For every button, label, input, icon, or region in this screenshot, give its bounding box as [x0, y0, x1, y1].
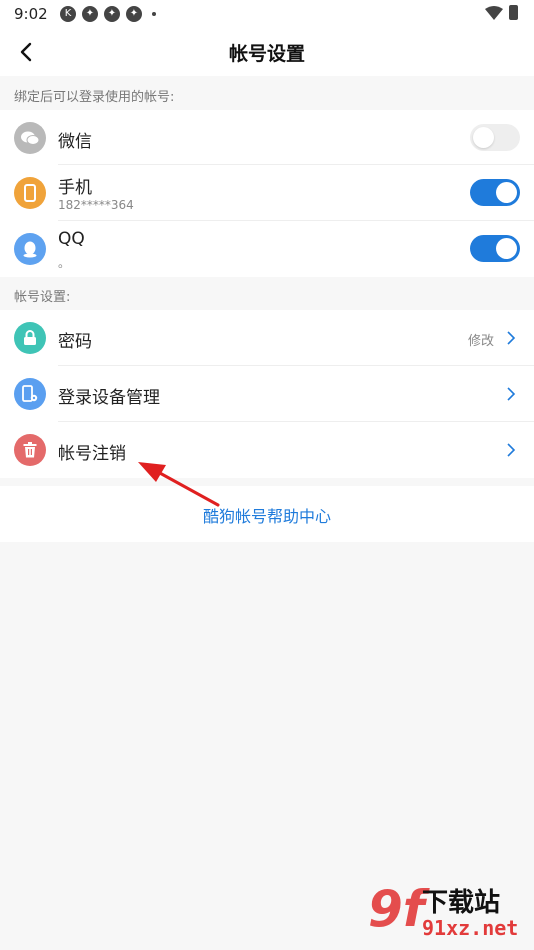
- watermark-logo: 9f 下载站 91xz.net: [368, 880, 528, 946]
- watermark-url: 91xz.net: [422, 916, 519, 940]
- annotation-arrow: [138, 462, 220, 507]
- watermark-title: 下载站: [422, 888, 501, 918]
- watermark-mark: 9f: [368, 880, 425, 938]
